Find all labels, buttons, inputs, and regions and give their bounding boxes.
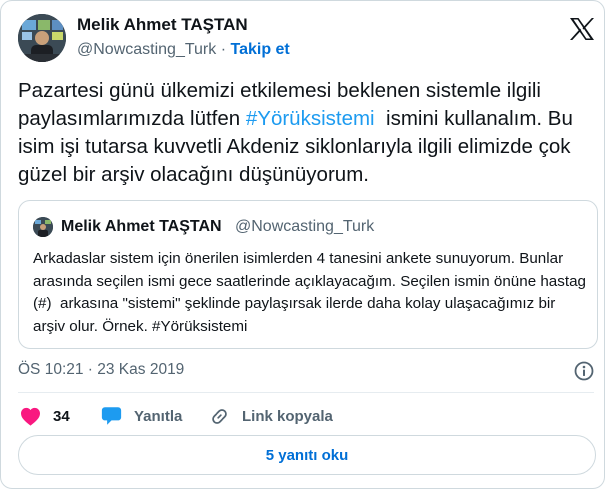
link-icon xyxy=(209,406,230,427)
quoted-author-avatar xyxy=(33,217,53,237)
author-name[interactable]: Melik Ahmet TAŞTAN xyxy=(77,15,248,35)
author-avatar[interactable] xyxy=(18,14,66,62)
tweet-text: Pazartesi günü ülkemizi etkilemesi bekle… xyxy=(18,77,598,189)
follow-button[interactable]: Takip et xyxy=(230,41,289,58)
reply-label: Yanıtla xyxy=(134,407,183,425)
heart-icon xyxy=(20,407,41,426)
hashtag-link[interactable]: #Yörüksistemi xyxy=(246,107,375,130)
author-handle-row: @Nowcasting_Turk · Takip et xyxy=(77,41,290,59)
reply-button[interactable]: Yanıtla xyxy=(101,406,182,426)
quoted-author-name: Melik Ahmet TAŞTAN xyxy=(61,218,222,235)
separator-dot: · xyxy=(220,41,227,58)
quoted-author-handle: @Nowcasting_Turk xyxy=(235,218,375,235)
copy-link-label: Link kopyala xyxy=(242,407,333,425)
x-logo-icon[interactable] xyxy=(569,17,595,41)
quoted-tweet-text: Arkadaslar sistem için önerilen isimlerd… xyxy=(33,250,595,335)
divider xyxy=(18,392,594,393)
like-count: 34 xyxy=(53,407,70,425)
speech-bubble-icon xyxy=(101,406,122,426)
tweet-timestamp[interactable]: ÖS 10:21 · 23 Kas 2019 xyxy=(18,361,184,379)
tweet-card: Melik Ahmet TAŞTAN @Nowcasting_Turk · Ta… xyxy=(0,0,605,489)
copy-link-button[interactable]: Link kopyala xyxy=(209,406,333,426)
like-button[interactable]: 34 xyxy=(20,406,70,426)
author-handle[interactable]: @Nowcasting_Turk xyxy=(77,41,216,58)
info-icon[interactable] xyxy=(574,361,594,381)
read-replies-button[interactable]: 5 yanıtı oku xyxy=(18,435,596,475)
quoted-tweet[interactable]: Melik Ahmet TAŞTAN @Nowcasting_Turk Arka… xyxy=(18,200,598,349)
